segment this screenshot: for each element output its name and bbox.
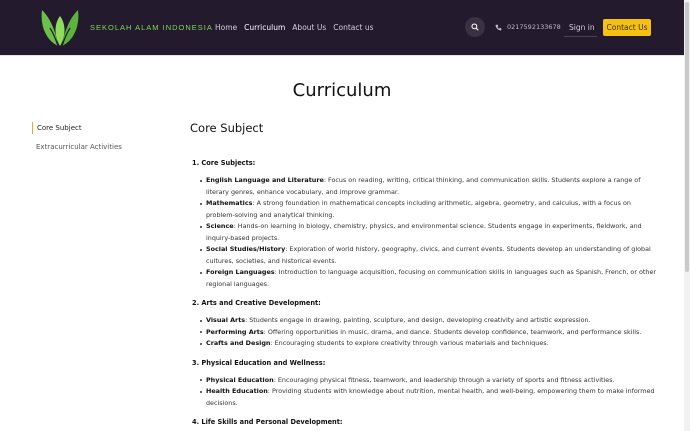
sidebar-item-extracurricular[interactable]: Extracurricular Activities — [32, 141, 122, 153]
list-item: Visual Arts: Students engage in drawing,… — [200, 315, 660, 327]
sidebar: Core Subject Extracurricular Activities — [32, 122, 122, 153]
subject-list: Physical Education: Encouraging physical… — [200, 375, 660, 410]
subject-description: : Offering opportunities in music, drama… — [263, 327, 642, 336]
subject-description: : Hands-on learning in biology, chemistr… — [206, 222, 642, 242]
list-item: Science: Hands-on learning in biology, c… — [200, 221, 660, 244]
search-icon — [471, 23, 479, 31]
contact-us-button[interactable]: Contact Us — [603, 19, 651, 36]
section-title: Core Subject — [190, 121, 264, 135]
group-heading: 1. Core Subjects: — [192, 159, 256, 167]
group-heading: 3. Physical Education and Wellness: — [192, 358, 326, 367]
nav-curriculum[interactable]: Curriculum — [244, 23, 285, 32]
subject-description: : Encouraging students to explore creati… — [270, 339, 549, 347]
sign-in-underline — [564, 36, 597, 37]
curriculum-groups: 1. Core Subjects: English Language and Li… — [192, 159, 660, 426]
subject-term: Mathematics — [206, 199, 253, 207]
subject-term: Crafts and Design — [206, 339, 271, 347]
phone-contact[interactable]: 0217592133678 — [495, 23, 561, 31]
sidebar-item-core-subject[interactable]: Core Subject — [32, 122, 122, 134]
header-divider — [0, 55, 684, 56]
nav-about-us[interactable]: About Us — [292, 23, 326, 32]
phone-number: 0217592133678 — [507, 23, 561, 31]
subject-term: Physical Education — [206, 375, 274, 384]
list-item: Physical Education: Encouraging physical… — [200, 375, 660, 387]
list-item: Foreign Languages: Introduction to langu… — [200, 267, 660, 290]
group-heading: 4. Life Skills and Personal Development: — [192, 418, 343, 426]
page-title: Curriculum — [292, 80, 392, 101]
subject-term: Performing Arts — [206, 327, 264, 336]
scrollbar-thumb[interactable] — [685, 2, 689, 272]
sign-in-link[interactable]: Sign in — [569, 23, 595, 32]
list-item: Mathematics: A strong foundation in math… — [200, 198, 660, 221]
subject-term: Foreign Languages — [206, 268, 275, 276]
subject-list: Visual Arts: Students engage in drawing,… — [200, 315, 660, 350]
main-content: Core Subject 1. Core Subjects: English La… — [190, 121, 660, 431]
main-nav: Home Curriculum About Us Contact us — [215, 23, 374, 32]
leaf-logo-icon[interactable] — [36, 4, 84, 52]
subject-term: Health Education — [206, 387, 268, 395]
subject-description: : A strong foundation in mathematical co… — [206, 199, 631, 219]
subject-list: English Language and Literature: Focus o… — [200, 175, 660, 290]
nav-home[interactable]: Home — [215, 23, 237, 32]
subject-term: English Language and Literature — [206, 176, 324, 184]
list-item: Health Education: Providing students wit… — [200, 386, 660, 409]
list-item: Crafts and Design: Encouraging students … — [200, 338, 660, 350]
list-item: Performing Arts: Offering opportunities … — [200, 327, 660, 339]
subject-description: : Encouraging physical fitness, teamwork… — [273, 375, 615, 384]
phone-icon — [495, 24, 502, 30]
list-item: Social Studies/History: Exploration of w… — [200, 244, 660, 267]
site-header: SEKOLAH ALAM INDONESIA Home Curriculum A… — [0, 0, 684, 55]
subject-term: Social Studies/History — [206, 245, 286, 253]
list-item: English Language and Literature: Focus o… — [200, 175, 660, 198]
search-button[interactable] — [465, 17, 485, 37]
subject-term: Visual Arts — [206, 316, 246, 324]
group-heading: 2. Arts and Creative Development: — [192, 299, 321, 307]
brand-name[interactable]: SEKOLAH ALAM INDONESIA — [90, 23, 213, 32]
subject-term: Science — [206, 222, 234, 230]
nav-contact-us[interactable]: Contact us — [333, 23, 373, 32]
subject-description: : Students engage in drawing, painting, … — [245, 316, 591, 324]
subject-description: : Providing students with knowledge abou… — [206, 387, 655, 407]
